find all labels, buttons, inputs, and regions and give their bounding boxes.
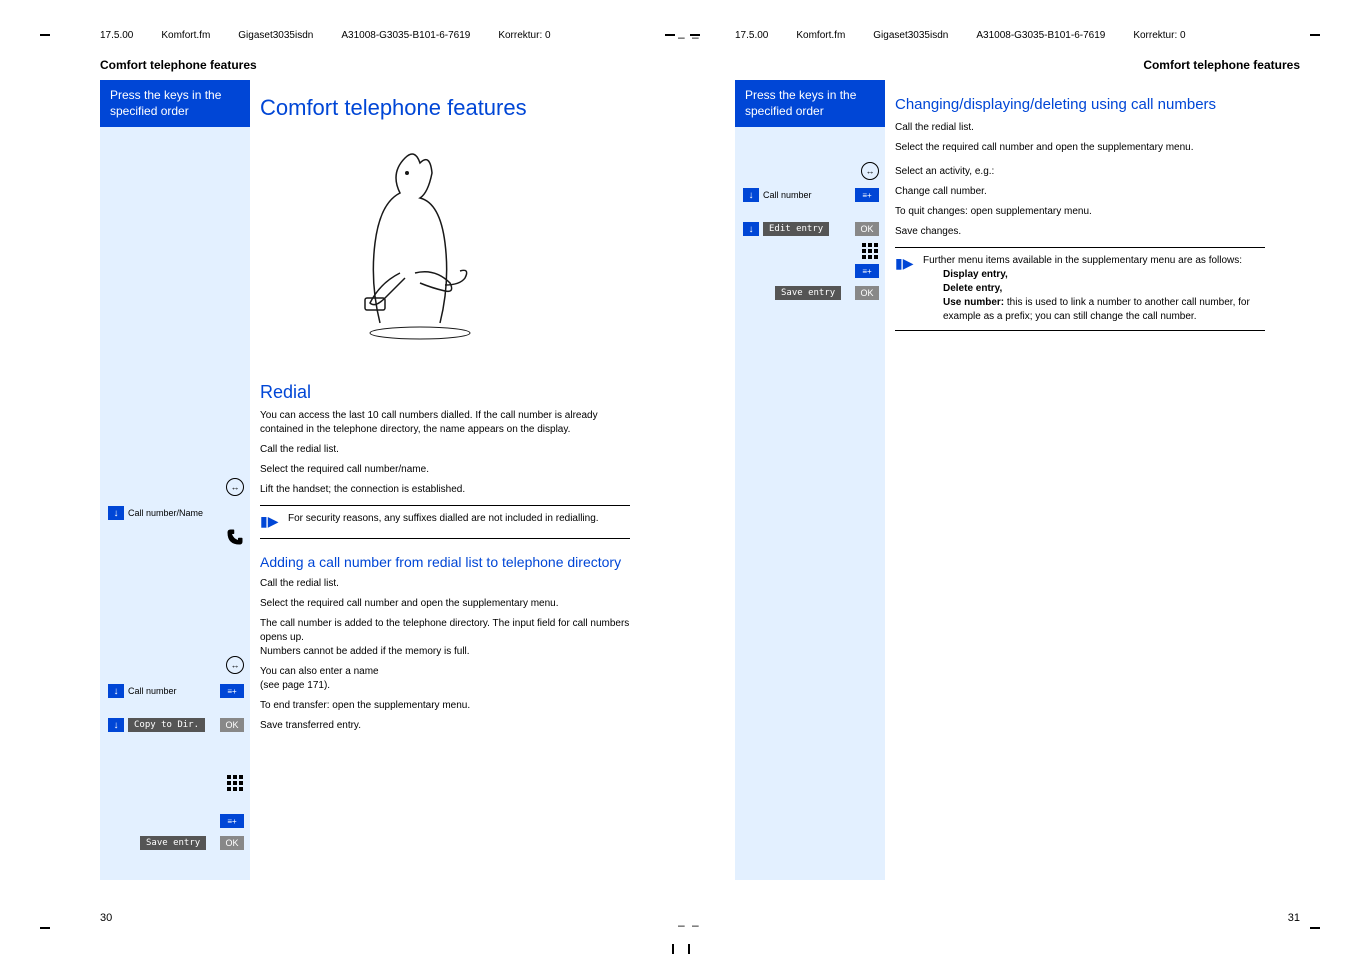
call-number-name-label: Call number/Name	[128, 508, 203, 518]
note-icon: ▮▶	[260, 512, 280, 532]
adding-step4: You can also enter a name (see page 171)…	[260, 665, 630, 693]
meta-file: Komfort.fm	[796, 30, 845, 41]
down-arrow-icon: ↓	[108, 684, 124, 698]
redial-step3: Lift the handset; the connection is esta…	[260, 483, 630, 497]
menu-icon: ≡+	[855, 188, 879, 202]
cartoon-illustration	[320, 143, 480, 343]
ok-icon: OK	[220, 718, 244, 732]
edit-entry-label: Edit entry	[763, 222, 829, 236]
keypad-icon	[226, 774, 244, 792]
redial-note: ▮▶ For security reasons, any suffixes di…	[260, 505, 630, 539]
meta-product: Gigaset3035isdn	[238, 30, 313, 41]
changing-step6: Save changes.	[895, 225, 1265, 239]
meta-product: Gigaset3035isdn	[873, 30, 948, 41]
call-number-label: Call number	[128, 686, 177, 696]
call-number-label: Call number	[763, 190, 812, 200]
meta-correction: Korrektur: 0	[1133, 30, 1185, 41]
right-left-column: Press the keys in the specified order ↔ …	[735, 80, 885, 880]
section-title-left: Comfort telephone features	[100, 58, 257, 72]
note-use-bold: Use number:	[943, 297, 1004, 308]
press-keys-box: Press the keys in the specified order	[100, 80, 250, 127]
page-num-left: 30	[100, 912, 112, 924]
redial-step1: Call the redial list.	[260, 443, 630, 457]
down-arrow-icon: ↓	[108, 506, 124, 520]
menu-icon: ≡+	[220, 814, 244, 828]
note-intro: Further menu items available in the supp…	[923, 255, 1242, 266]
handset-icon	[226, 528, 244, 546]
redial-icon: ↔	[861, 162, 879, 180]
meta-correction: Korrektur: 0	[498, 30, 550, 41]
changing-step3: Select an activity, e.g.:	[895, 165, 1265, 179]
changing-step1: Call the redial list.	[895, 121, 1265, 135]
changing-step5: To quit changes: open supplementary menu…	[895, 205, 1265, 219]
right-page: 17.5.00 Komfort.fm Gigaset3035isdn A3100…	[675, 0, 1350, 954]
section-title-right: Comfort telephone features	[1143, 58, 1300, 72]
left-column: Press the keys in the specified order ↔ …	[100, 80, 250, 880]
redial-intro: You can access the last 10 call numbers …	[260, 409, 630, 437]
redial-icon: ↔	[226, 478, 244, 496]
redial-step2: Select the required call number/name.	[260, 463, 630, 477]
left-page: 17.5.00 Komfort.fm Gigaset3035isdn A3100…	[0, 0, 675, 954]
meta-date: 17.5.00	[100, 30, 133, 41]
changing-step4: Change call number.	[895, 185, 1265, 199]
changing-note-body: Further menu items available in the supp…	[923, 254, 1265, 324]
ok-icon: OK	[855, 222, 879, 236]
down-arrow-icon: ↓	[743, 188, 759, 202]
content-left: Comfort telephone features Redial You ca…	[260, 95, 630, 739]
page-num-right: 31	[1288, 912, 1300, 924]
changing-note: ▮▶ Further menu items available in the s…	[895, 247, 1265, 331]
ok-icon: OK	[220, 836, 244, 850]
adding-step6: Save transferred entry.	[260, 719, 630, 733]
adding-step5: To end transfer: open the supplementary …	[260, 699, 630, 713]
adding-step1: Call the redial list.	[260, 577, 630, 591]
note-icon: ▮▶	[895, 254, 915, 274]
menu-icon: ≡+	[220, 684, 244, 698]
down-arrow-icon: ↓	[743, 222, 759, 236]
header-meta-left: 17.5.00 Komfort.fm Gigaset3035isdn A3100…	[100, 30, 551, 41]
changing-step2: Select the required call number and open…	[895, 141, 1265, 155]
redial-heading: Redial	[260, 382, 630, 403]
redial-icon: ↔	[226, 656, 244, 674]
meta-code: A31008-G3035-B101-6-7619	[341, 30, 470, 41]
changing-heading: Changing/displaying/deleting using call …	[895, 95, 1265, 115]
meta-code: A31008-G3035-B101-6-7619	[976, 30, 1105, 41]
content-right: Changing/displaying/deleting using call …	[895, 95, 1265, 339]
meta-date: 17.5.00	[735, 30, 768, 41]
note-delete: Delete entry,	[943, 283, 1002, 294]
note-display: Display entry,	[943, 269, 1008, 280]
adding-step3: The call number is added to the telephon…	[260, 617, 630, 659]
menu-icon: ≡+	[855, 264, 879, 278]
adding-heading: Adding a call number from redial list to…	[260, 553, 630, 571]
keypad-icon	[861, 242, 879, 260]
down-arrow-icon: ↓	[108, 718, 124, 732]
copy-to-dir-label: Copy to Dir.	[128, 718, 205, 732]
page-title: Comfort telephone features	[260, 95, 630, 121]
adding-step2: Select the required call number and open…	[260, 597, 630, 611]
ok-icon: OK	[855, 286, 879, 300]
save-entry-label: Save entry	[140, 836, 206, 850]
redial-note-text: For security reasons, any suffixes diall…	[288, 512, 599, 526]
save-entry-label: Save entry	[775, 286, 841, 300]
header-meta-right: 17.5.00 Komfort.fm Gigaset3035isdn A3100…	[735, 30, 1186, 41]
meta-file: Komfort.fm	[161, 30, 210, 41]
press-keys-box: Press the keys in the specified order	[735, 80, 885, 127]
